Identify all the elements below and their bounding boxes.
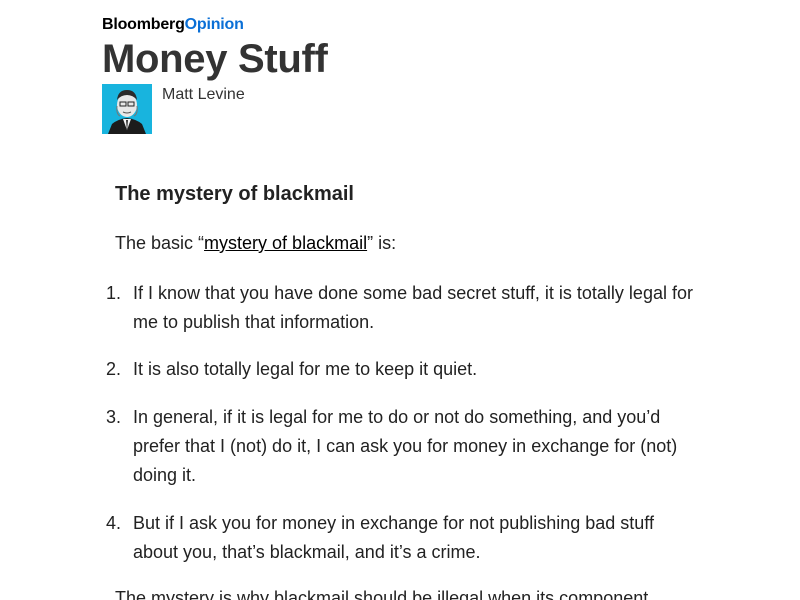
author-portrait-icon — [102, 84, 152, 134]
list-item-number: 4. — [106, 513, 122, 533]
list-item-text: But if I ask you for money in exchange f… — [133, 513, 654, 562]
list-item: 4. But if I ask you for money in exchang… — [106, 509, 706, 567]
masthead: BloombergOpinion Money Stuff — [102, 15, 328, 81]
list-item: 2. It is also totally legal for me to ke… — [106, 355, 706, 384]
brand-primary: Bloomberg — [102, 16, 185, 33]
brand-secondary: Opinion — [184, 16, 244, 33]
author-avatar[interactable] — [102, 84, 152, 134]
list-item-text: In general, if it is legal for me to do … — [133, 407, 678, 485]
intro-after-text: ” is: — [367, 233, 397, 253]
list-item-number: 3. — [106, 407, 122, 427]
list-item-number: 2. — [106, 359, 122, 379]
list-item: 1. If I know that you have done some bad… — [106, 279, 706, 337]
list-item: 3. In general, if it is legal for me to … — [106, 403, 706, 490]
intro-before-text: The basic “ — [115, 233, 205, 253]
mystery-of-blackmail-link[interactable]: mystery of blackmail — [204, 233, 367, 253]
list-item-text: It is also totally legal for me to keep … — [133, 359, 478, 379]
brand-logo[interactable]: BloombergOpinion — [102, 15, 328, 35]
list-item-text: If I know that you have done some bad se… — [133, 283, 693, 332]
newsletter-title: Money Stuff — [102, 37, 328, 81]
byline: Matt Levine — [102, 84, 245, 134]
trailing-paragraph: The mystery is why blackmail should be i… — [115, 588, 649, 600]
section-heading: The mystery of blackmail — [115, 183, 354, 205]
intro-paragraph: The basic “mystery of blackmail” is: — [115, 233, 396, 254]
page: BloombergOpinion Money Stuff Matt Levine… — [0, 0, 800, 600]
author-name[interactable]: Matt Levine — [162, 85, 245, 105]
list-item-number: 1. — [106, 283, 122, 303]
